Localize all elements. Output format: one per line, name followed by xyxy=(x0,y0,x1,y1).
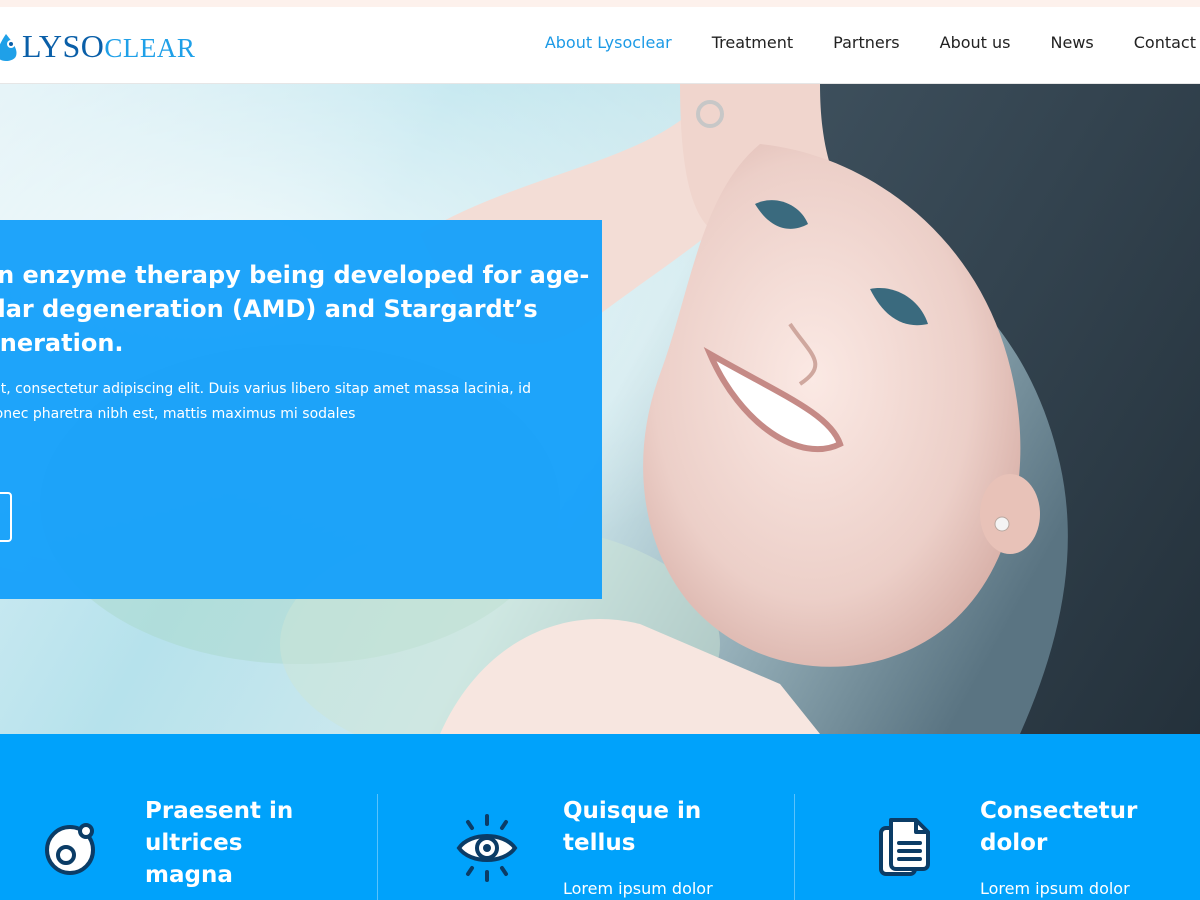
hero-cta-button[interactable] xyxy=(0,492,12,542)
feature-title-line: magna xyxy=(145,862,233,888)
hero-title-line: is an enzyme therapy being developed for… xyxy=(0,261,590,289)
nav-partners[interactable]: Partners xyxy=(833,33,899,52)
feature-subtitle: Lorem ipsum dolor xyxy=(980,879,1130,898)
documents-icon xyxy=(878,816,932,882)
logo-wordmark: LYSOCLEAR xyxy=(22,29,195,65)
feature-title: Quisque in tellus xyxy=(563,795,763,859)
logo-text-part2: CLEAR xyxy=(104,33,196,63)
features-section: Praesent in ultrices magna Quisque in te… xyxy=(0,734,1200,900)
cell-icon xyxy=(42,820,98,880)
feature-subtitle: Lorem ipsum dolor xyxy=(563,879,713,898)
feature-title-line: ultrices xyxy=(145,830,243,856)
feature-item: Praesent in ultrices magna xyxy=(0,734,378,900)
site-header: LYSOCLEAR About Lysoclear Treatment Part… xyxy=(0,7,1200,84)
top-accent-line xyxy=(0,0,1200,7)
feature-title-line: Quisque in xyxy=(563,798,702,824)
feature-title: Praesent in ultrices magna xyxy=(145,795,345,891)
feature-title-line: Praesent in xyxy=(145,798,294,824)
nav-about-us[interactable]: About us xyxy=(940,33,1011,52)
nav-news[interactable]: News xyxy=(1051,33,1094,52)
feature-title-line: Consectetur xyxy=(980,798,1138,824)
logo-drop-icon xyxy=(0,30,20,64)
hero-title-line: acular degeneration (AMD) and Stargardt’… xyxy=(0,295,538,323)
lysoclear-logo[interactable]: LYSOCLEAR xyxy=(0,27,195,67)
feature-title-line: tellus xyxy=(563,830,636,856)
nav-contact[interactable]: Contact xyxy=(1134,33,1196,52)
feature-item: Quisque in tellus Lorem ipsum dolor xyxy=(378,734,795,900)
hero-section: is an enzyme therapy being developed for… xyxy=(0,84,1200,734)
nav-about-lysoclear[interactable]: About Lysoclear xyxy=(545,33,672,52)
hero-card: is an enzyme therapy being developed for… xyxy=(0,220,602,599)
hero-description-line: haretra donec pharetra nibh est, mattis … xyxy=(0,406,356,422)
nav-treatment[interactable]: Treatment xyxy=(712,33,793,52)
feature-item: Consectetur dolor Lorem ipsum dolor xyxy=(795,734,1200,900)
logo-text-part1: LYSO xyxy=(22,28,105,64)
eye-icon xyxy=(456,814,518,886)
hero-description-line: or sit amet, consectetur adipiscing elit… xyxy=(0,381,531,397)
hero-title: is an enzyme therapy being developed for… xyxy=(0,258,590,360)
main-navigation: About Lysoclear Treatment Partners About… xyxy=(505,33,1196,52)
feature-title-line: dolor xyxy=(980,830,1048,856)
feature-title: Consectetur dolor xyxy=(980,795,1180,859)
hero-title-line: egeneration. xyxy=(0,329,124,357)
hero-description: or sit amet, consectetur adipiscing elit… xyxy=(0,377,590,427)
